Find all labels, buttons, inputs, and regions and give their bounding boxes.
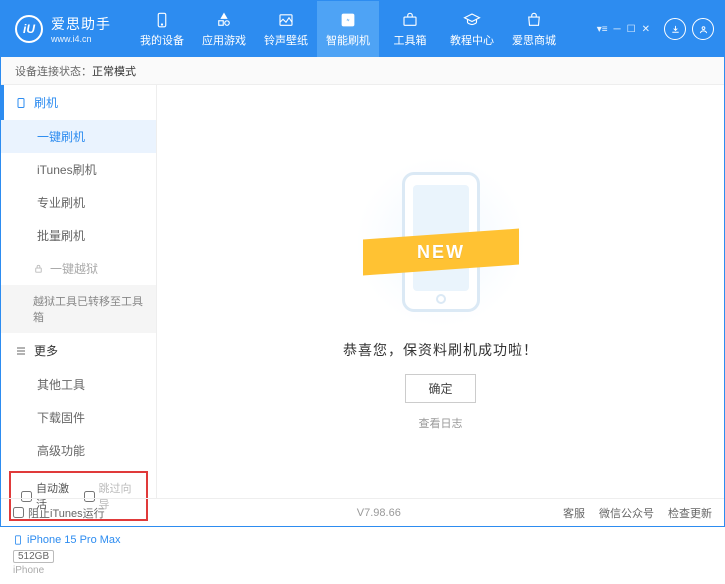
sidebar-head-label: 一键越狱 xyxy=(50,260,98,277)
titlebar: iU 爱思助手 www.i4.cn 我的设备 应用游戏 铃声壁纸 智能刷机 xyxy=(1,1,724,57)
nav-ringtone-wallpaper[interactable]: 铃声壁纸 xyxy=(255,1,317,57)
sidebar-item-download-firmware[interactable]: 下载固件 xyxy=(1,401,156,434)
maximize-button[interactable]: ☐ xyxy=(627,24,636,35)
new-ribbon: NEW xyxy=(363,229,519,276)
minimize-button[interactable]: ─ xyxy=(614,24,621,35)
lock-icon xyxy=(33,263,44,274)
sidebar-head-more[interactable]: 更多 xyxy=(1,333,156,368)
nav-label: 工具箱 xyxy=(394,32,427,48)
sidebar-head-jailbreak: 一键越狱 xyxy=(1,252,156,285)
footer: 阻止iTunes运行 V7.98.66 客服 微信公众号 检查更新 xyxy=(1,498,724,526)
sidebar-item-advanced[interactable]: 高级功能 xyxy=(1,434,156,467)
footer-link-update[interactable]: 检查更新 xyxy=(668,505,712,521)
status-value: 正常模式 xyxy=(92,63,136,79)
nav-toolbox[interactable]: 工具箱 xyxy=(379,1,441,57)
device-icon xyxy=(15,96,28,110)
wallpaper-icon xyxy=(277,11,295,29)
view-log-link[interactable]: 查看日志 xyxy=(419,415,463,431)
ok-button[interactable]: 确定 xyxy=(405,374,475,403)
nav-label: 我的设备 xyxy=(140,32,184,48)
nav-smart-flash[interactable]: 智能刷机 xyxy=(317,1,379,57)
logo-icon: iU xyxy=(15,15,43,43)
sidebar-item-batch-flash[interactable]: 批量刷机 xyxy=(1,219,156,252)
sidebar: 刷机 一键刷机 iTunes刷机 专业刷机 批量刷机 一键越狱 越狱工具已转移至… xyxy=(1,85,157,498)
sidebar-head-label: 刷机 xyxy=(34,94,58,111)
nav-store[interactable]: 爱思商城 xyxy=(503,1,565,57)
success-message: 恭喜您，保资料刷机成功啦！ xyxy=(343,340,538,360)
sidebar-jailbreak-note: 越狱工具已转移至工具箱 xyxy=(1,285,156,333)
top-nav: 我的设备 应用游戏 铃声壁纸 智能刷机 工具箱 教程中心 xyxy=(131,1,597,57)
window-controls: ▾≡ ─ ☐ ✕ xyxy=(597,18,714,40)
device-status-bar: 设备连接状态： 正常模式 xyxy=(1,57,724,85)
nav-label: 智能刷机 xyxy=(326,32,370,48)
nav-label: 教程中心 xyxy=(450,32,494,48)
footer-link-support[interactable]: 客服 xyxy=(563,505,585,521)
sidebar-head-flash[interactable]: 刷机 xyxy=(1,85,156,120)
apps-icon xyxy=(215,11,233,29)
flash-icon xyxy=(339,11,357,29)
user-button[interactable] xyxy=(692,18,714,40)
toolbox-icon xyxy=(401,11,419,29)
device-info: iPhone 15 Pro Max 512GB iPhone xyxy=(1,525,156,584)
menu-icon[interactable]: ▾≡ xyxy=(597,24,608,35)
close-button[interactable]: ✕ xyxy=(642,24,650,35)
app-name: 爱思助手 xyxy=(51,14,111,34)
nav-my-device[interactable]: 我的设备 xyxy=(131,1,193,57)
version-label: V7.98.66 xyxy=(357,507,401,519)
sidebar-item-other-tools[interactable]: 其他工具 xyxy=(1,368,156,401)
footer-link-wechat[interactable]: 微信公众号 xyxy=(599,505,654,521)
device-capacity: 512GB xyxy=(13,550,54,563)
status-label: 设备连接状态： xyxy=(15,63,92,79)
success-illustration: NEW xyxy=(351,162,531,322)
device-name[interactable]: iPhone 15 Pro Max xyxy=(13,533,144,547)
nav-label: 爱思商城 xyxy=(512,32,556,48)
phone-icon xyxy=(13,533,23,547)
block-itunes-checkbox[interactable]: 阻止iTunes运行 xyxy=(13,505,105,521)
sidebar-item-itunes-flash[interactable]: iTunes刷机 xyxy=(1,153,156,186)
app-logo: iU 爱思助手 www.i4.cn xyxy=(15,14,111,44)
store-icon xyxy=(525,11,543,29)
graduation-icon xyxy=(463,11,481,29)
sidebar-head-label: 更多 xyxy=(34,342,58,359)
nav-label: 应用游戏 xyxy=(202,32,246,48)
nav-apps-games[interactable]: 应用游戏 xyxy=(193,1,255,57)
nav-label: 铃声壁纸 xyxy=(264,32,308,48)
sidebar-item-pro-flash[interactable]: 专业刷机 xyxy=(1,186,156,219)
app-url: www.i4.cn xyxy=(51,34,111,44)
nav-tutorials[interactable]: 教程中心 xyxy=(441,1,503,57)
download-button[interactable] xyxy=(664,18,686,40)
main-content: NEW 恭喜您，保资料刷机成功啦！ 确定 查看日志 xyxy=(157,85,724,498)
sidebar-item-oneclick-flash[interactable]: 一键刷机 xyxy=(1,120,156,153)
phone-icon xyxy=(153,11,171,29)
device-type: iPhone xyxy=(13,565,144,576)
list-icon xyxy=(15,345,28,357)
